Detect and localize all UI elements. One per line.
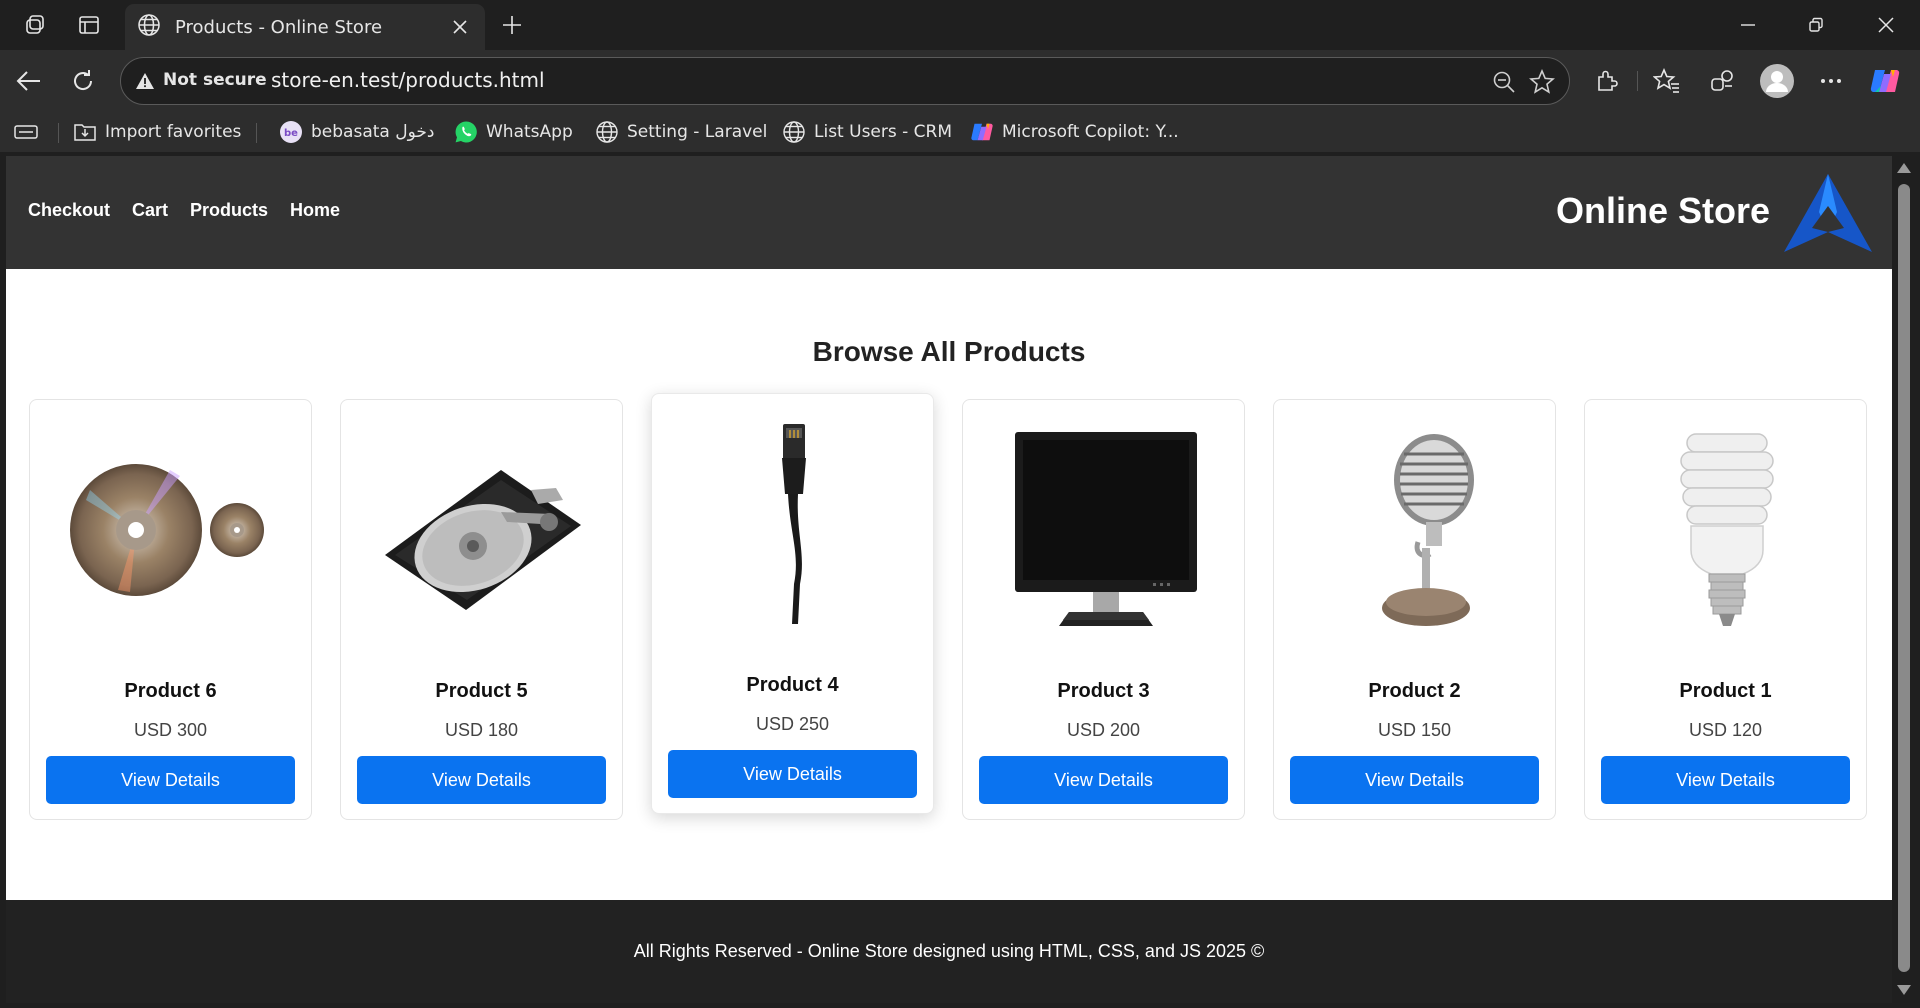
product-image-hard-drive xyxy=(381,430,584,630)
product-name: Product 3 xyxy=(1057,680,1150,702)
active-tab[interactable]: Products - Online Store xyxy=(125,4,485,50)
bookmark-bebasata[interactable]: be bebasata دخول xyxy=(279,118,434,146)
bookmark-list-users-crm[interactable]: List Users - CRM xyxy=(782,118,952,146)
footer-copyright: All Rights Reserved - Online Store desig… xyxy=(633,941,1265,961)
bookmark-label: bebasata دخول xyxy=(311,122,435,142)
product-image-compact-discs xyxy=(70,430,273,630)
bookmarks-bar: Import favorites be bebasata دخول WhatsA… xyxy=(0,112,1920,152)
collections-icon[interactable] xyxy=(1705,64,1739,98)
product-card: Product 4 USD 250 View Details xyxy=(651,393,934,814)
product-name: Product 4 xyxy=(746,674,839,696)
product-name: Product 1 xyxy=(1679,680,1772,702)
view-details-button[interactable]: View Details xyxy=(1290,756,1539,804)
nav-cart[interactable]: Cart xyxy=(132,200,168,221)
site-footer: All Rights Reserved - Online Store desig… xyxy=(6,900,1892,1003)
favorites-icon[interactable] xyxy=(1650,64,1684,98)
nav-products[interactable]: Products xyxy=(190,200,268,221)
workspaces-icon[interactable] xyxy=(20,10,50,40)
close-tab-icon[interactable] xyxy=(447,14,473,40)
product-image-network-cable xyxy=(692,424,895,624)
product-price: USD 250 xyxy=(755,714,830,734)
page-viewport: Checkout Cart Products Home Online Store… xyxy=(6,156,1892,1003)
tab-bar: Products - Online Store xyxy=(0,0,1920,50)
browser-toolbar: Not secure store-en.test/products.html xyxy=(0,50,1920,112)
warning-icon xyxy=(135,71,155,91)
site-header: Checkout Cart Products Home Online Store xyxy=(6,156,1892,269)
page-title: Browse All Products xyxy=(812,336,1086,367)
bookmark-setting-laravel[interactable]: Setting - Laravel xyxy=(595,118,767,146)
main-content: Browse All Products Product 6 USD 300 Vi… xyxy=(6,269,1892,895)
whatsapp-icon xyxy=(454,120,478,144)
refresh-icon[interactable] xyxy=(66,64,100,98)
product-image-light-bulb xyxy=(1625,430,1828,630)
product-card: Product 5 USD 180 View Details xyxy=(340,399,623,820)
bookmark-label: Setting - Laravel xyxy=(627,122,768,142)
bookmark-whatsapp[interactable]: WhatsApp xyxy=(454,118,573,146)
extensions-icon[interactable] xyxy=(1590,64,1624,98)
close-window-icon[interactable] xyxy=(1858,6,1914,44)
zoom-out-icon[interactable] xyxy=(1491,69,1517,95)
product-price: USD 180 xyxy=(444,720,519,740)
import-icon xyxy=(73,120,97,144)
product-name: Product 5 xyxy=(435,680,528,702)
minimize-icon[interactable] xyxy=(1720,6,1776,44)
favorite-star-icon[interactable] xyxy=(1529,69,1555,95)
product-price: USD 120 xyxy=(1688,720,1763,740)
profile-avatar[interactable] xyxy=(1758,62,1796,100)
globe-icon xyxy=(595,120,619,144)
tab-actions-icon[interactable] xyxy=(74,10,104,40)
product-card: Product 1 USD 120 View Details xyxy=(1584,399,1867,820)
product-name: Product 6 xyxy=(124,680,217,702)
address-bar[interactable]: Not secure store-en.test/products.html xyxy=(120,57,1570,105)
nav-home[interactable]: Home xyxy=(290,200,340,221)
store-logo xyxy=(1784,174,1872,252)
tab-title: Products - Online Store xyxy=(175,16,383,38)
browser-window: Products - Online Store Not secure store… xyxy=(0,0,1920,1008)
restore-icon[interactable] xyxy=(1788,6,1844,44)
product-card: Product 6 USD 300 View Details xyxy=(29,399,312,820)
view-details-button[interactable]: View Details xyxy=(668,750,917,798)
bookmark-label: Microsoft Copilot: Y... xyxy=(1002,122,1179,142)
view-details-button[interactable]: View Details xyxy=(46,756,295,804)
back-icon[interactable] xyxy=(12,64,46,98)
svg-text:be: be xyxy=(284,128,298,139)
product-card: Product 2 USD 150 View Details xyxy=(1273,399,1556,820)
globe-icon xyxy=(137,13,161,42)
security-label[interactable]: Not secure xyxy=(163,70,267,90)
url-text[interactable]: store-en.test/products.html xyxy=(271,68,545,92)
bookmark-label: List Users - CRM xyxy=(814,122,953,142)
product-name: Product 2 xyxy=(1368,680,1461,702)
page-scrollbar[interactable] xyxy=(1893,156,1915,1003)
view-details-button[interactable]: View Details xyxy=(1601,756,1850,804)
bookmark-label: WhatsApp xyxy=(486,122,573,142)
bebasata-icon: be xyxy=(279,120,303,144)
product-image-microphone xyxy=(1314,430,1517,630)
new-tab-icon[interactable] xyxy=(497,10,527,40)
main-nav: Checkout Cart Products Home xyxy=(28,200,340,221)
scrollbar-thumb[interactable] xyxy=(1898,184,1910,972)
view-details-button[interactable]: View Details xyxy=(979,756,1228,804)
view-details-button[interactable]: View Details xyxy=(357,756,606,804)
bookmark-import-favorites[interactable]: Import favorites xyxy=(73,118,241,146)
product-price: USD 150 xyxy=(1377,720,1452,740)
scroll-up-arrow-icon[interactable] xyxy=(1897,163,1911,173)
copilot-icon xyxy=(970,120,994,144)
product-price: USD 300 xyxy=(133,720,208,740)
scroll-down-arrow-icon[interactable] xyxy=(1897,985,1911,995)
product-price: USD 200 xyxy=(1066,720,1141,740)
bookmark-microsoft-copilot[interactable]: Microsoft Copilot: Y... xyxy=(970,118,1179,146)
copilot-icon[interactable] xyxy=(1868,64,1902,98)
product-card: Product 3 USD 200 View Details xyxy=(962,399,1245,820)
globe-icon xyxy=(782,120,806,144)
bookmark-label: Import favorites xyxy=(105,122,242,142)
nav-checkout[interactable]: Checkout xyxy=(28,200,110,221)
site-brand: Online Store xyxy=(1555,190,1770,231)
more-menu-icon[interactable] xyxy=(1814,64,1848,98)
product-image-monitor xyxy=(1003,430,1206,630)
bookmark-menu-icon[interactable] xyxy=(14,118,38,146)
